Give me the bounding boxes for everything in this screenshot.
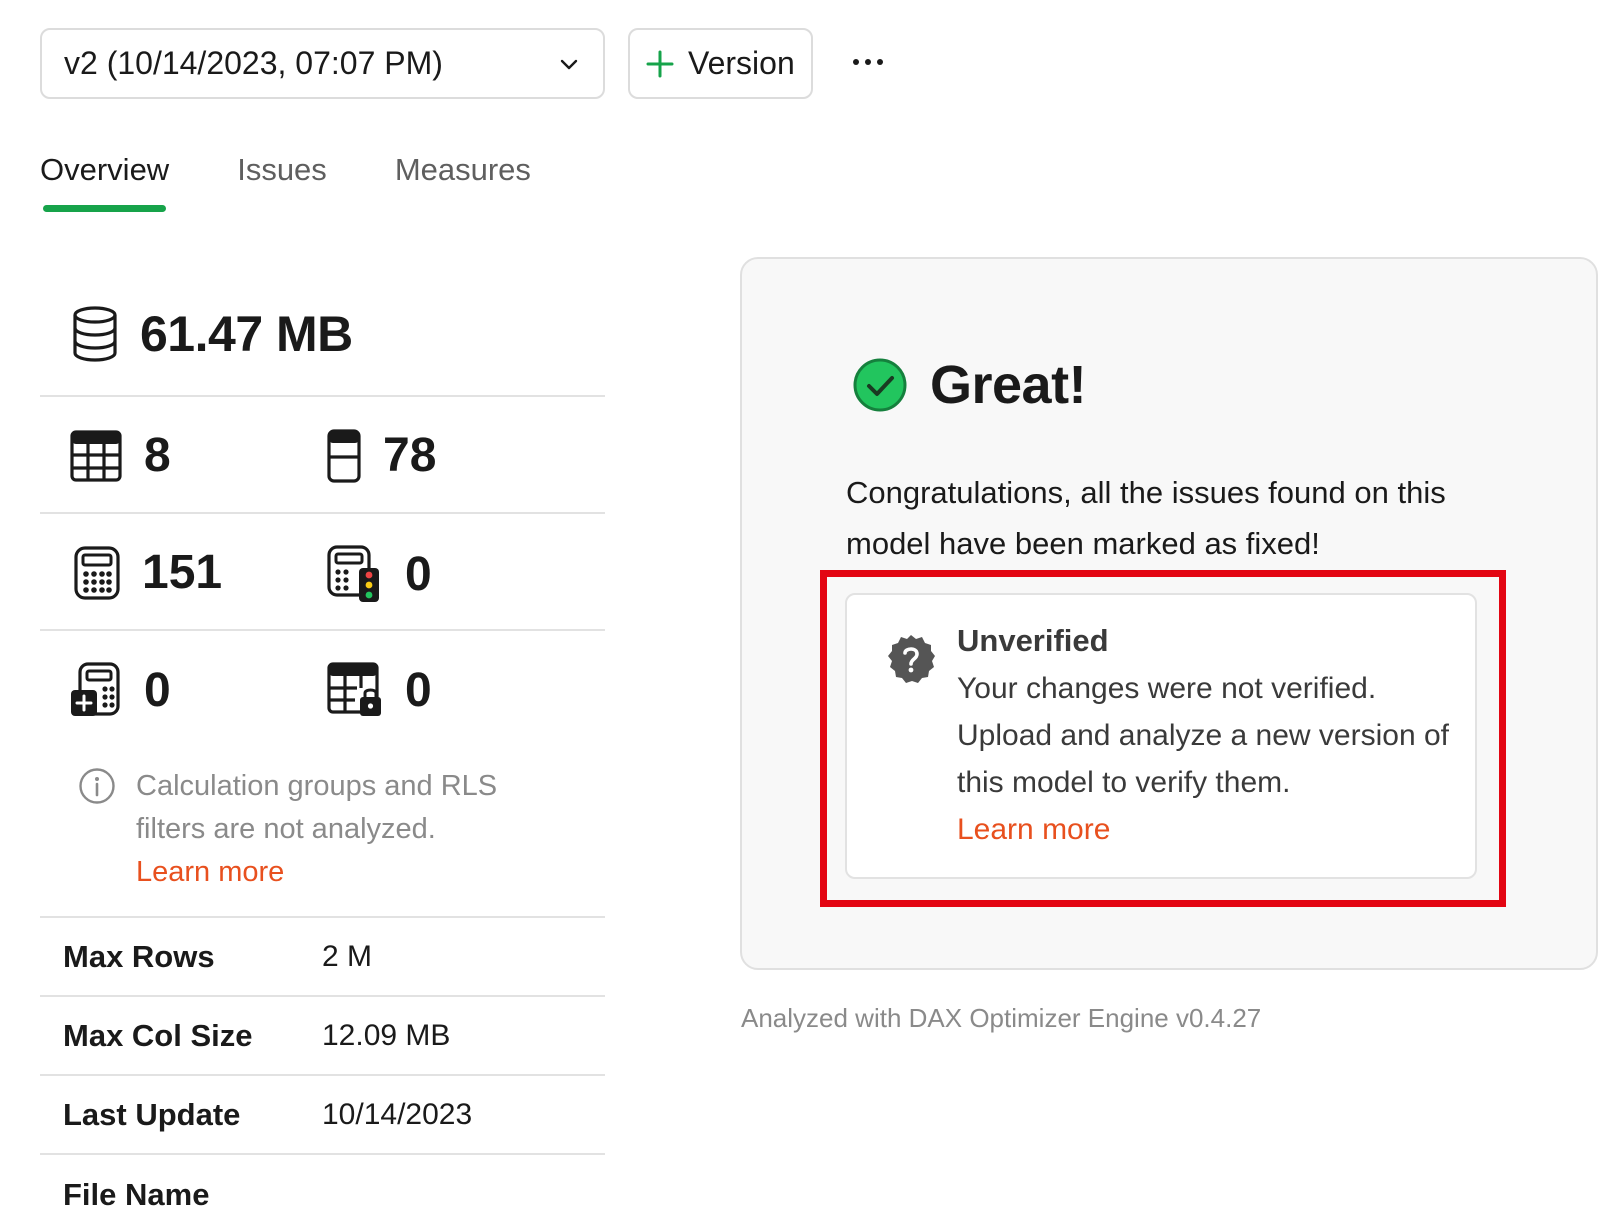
calculation-groups-stat: 0 (70, 662, 171, 718)
property-value: 12.09 MB (322, 1018, 451, 1052)
property-key: Last Update (63, 1096, 241, 1132)
analysis-note: Calculation groups and RLS filters are n… (78, 765, 556, 894)
table-lock-icon (327, 662, 381, 716)
property-row: Max Rows 2 M (40, 918, 605, 997)
property-value: 2 M (322, 939, 373, 973)
measures-stat: 151 (74, 545, 222, 600)
measures-with-issues-stat: 0 (327, 545, 432, 603)
tab-bar: Overview Issues Measures (40, 152, 599, 212)
columns-stat: 78 (327, 428, 436, 483)
unverified-title: Unverified (957, 623, 1109, 658)
plus-icon (646, 50, 674, 77)
divider (40, 395, 605, 397)
info-icon (79, 768, 115, 804)
column-icon (327, 428, 361, 483)
chevron-down-icon (560, 59, 578, 69)
tab-overview[interactable]: Overview (40, 152, 169, 212)
calculator-icon (74, 545, 120, 600)
learn-more-link[interactable]: Learn more (136, 851, 556, 894)
tables-stat: 8 (70, 428, 171, 483)
calculator-add-icon (71, 662, 120, 716)
property-key: Max Col Size (63, 1017, 253, 1053)
measures-count: 151 (142, 546, 223, 599)
status-heading: Great! (852, 354, 1087, 416)
version-dropdown-value: v2 (10/14/2023, 07:07 PM) (64, 45, 443, 81)
more-options-icon[interactable] (848, 42, 888, 82)
property-row: Last Update 10/14/2023 (40, 1076, 605, 1155)
divider (40, 512, 605, 514)
rls-count: 0 (405, 663, 432, 717)
table-icon (70, 429, 122, 482)
engine-version-footer: Analyzed with DAX Optimizer Engine v0.4.… (741, 1003, 1262, 1033)
tab-measures[interactable]: Measures (395, 152, 531, 212)
model-size-value: 61.47 MB (140, 306, 353, 362)
add-version-button[interactable]: Version (628, 28, 813, 99)
analysis-note-text: Calculation groups and RLS filters are n… (136, 770, 498, 845)
version-dropdown[interactable]: v2 (10/14/2023, 07:07 PM) (40, 28, 605, 99)
unverified-learn-more-link[interactable]: Learn more (957, 806, 1457, 853)
model-size-stat: 61.47 MB (72, 305, 353, 363)
calculator-traffic-light-icon (327, 545, 379, 602)
status-title: Great! (930, 355, 1087, 415)
columns-count: 78 (383, 429, 437, 482)
unverified-badge-icon (888, 635, 935, 683)
property-value: 10/14/2023 (322, 1097, 473, 1131)
calculation-groups-count: 0 (144, 663, 171, 717)
unverified-message: Your changes were not verified. Upload a… (957, 672, 1449, 799)
property-key: File Name (63, 1176, 210, 1212)
property-row: File Name (40, 1155, 605, 1218)
unverified-notice: Unverified Your changes were not verifie… (845, 593, 1477, 879)
check-circle-icon (853, 358, 907, 412)
database-icon (73, 306, 117, 362)
rls-stat: 0 (327, 662, 432, 718)
add-version-label: Version (688, 45, 795, 81)
tab-issues[interactable]: Issues (237, 152, 327, 212)
property-row: Max Col Size 12.09 MB (40, 997, 605, 1076)
property-key: Max Rows (63, 938, 215, 974)
measures-with-issues-count: 0 (405, 547, 432, 601)
divider (40, 629, 605, 631)
model-properties-table: Max Rows 2 M Max Col Size 12.09 MB Last … (40, 918, 605, 1218)
status-message: Congratulations, all the issues found on… (846, 475, 1446, 561)
tables-count: 8 (144, 429, 171, 482)
